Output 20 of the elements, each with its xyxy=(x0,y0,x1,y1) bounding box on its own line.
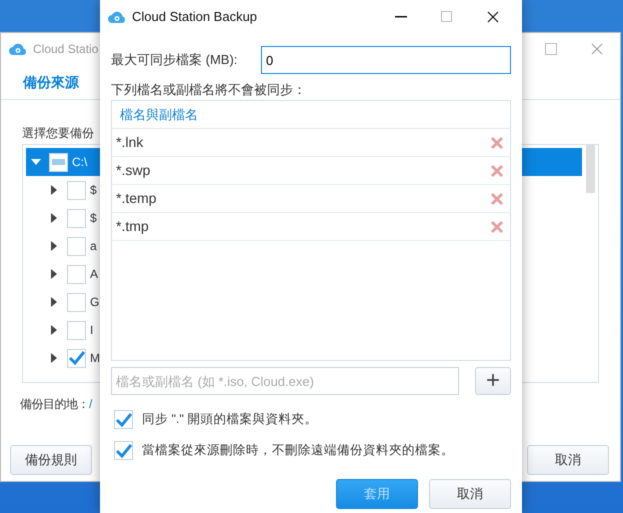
window-title: Cloud Statio xyxy=(33,41,98,58)
folder-name: C:\ xyxy=(72,154,88,171)
option-label: 同步 "." 開頭的檔案與資料夾。 xyxy=(142,411,318,428)
table-cell-text: *.lnk xyxy=(116,133,144,152)
table-cell-text: *.tmp xyxy=(116,217,149,236)
table-cell-text: *.swp xyxy=(116,161,150,180)
destination-label: 備份目的地： xyxy=(20,396,89,413)
window-title: Cloud Station Backup xyxy=(132,8,258,26)
section-label: 下列檔名或副檔名將不會被同步： xyxy=(111,81,307,99)
table-cell-text: *.temp xyxy=(116,189,156,208)
folder-name: G xyxy=(90,294,100,311)
folder-name: A xyxy=(90,266,98,283)
folder-name: M xyxy=(90,350,100,367)
folder-name: $ xyxy=(90,210,97,227)
folder-name: a xyxy=(90,238,97,255)
option-label: 當檔案從來源刪除時，不刪除遠端備份資料夾的檔案。 xyxy=(142,442,454,460)
field-label: 最大可同步檔案 (MB): xyxy=(111,51,238,70)
folder-name: I xyxy=(90,322,94,339)
folder-name: $ xyxy=(90,182,97,199)
prompt-text: 選擇您要備份 xyxy=(22,126,94,140)
